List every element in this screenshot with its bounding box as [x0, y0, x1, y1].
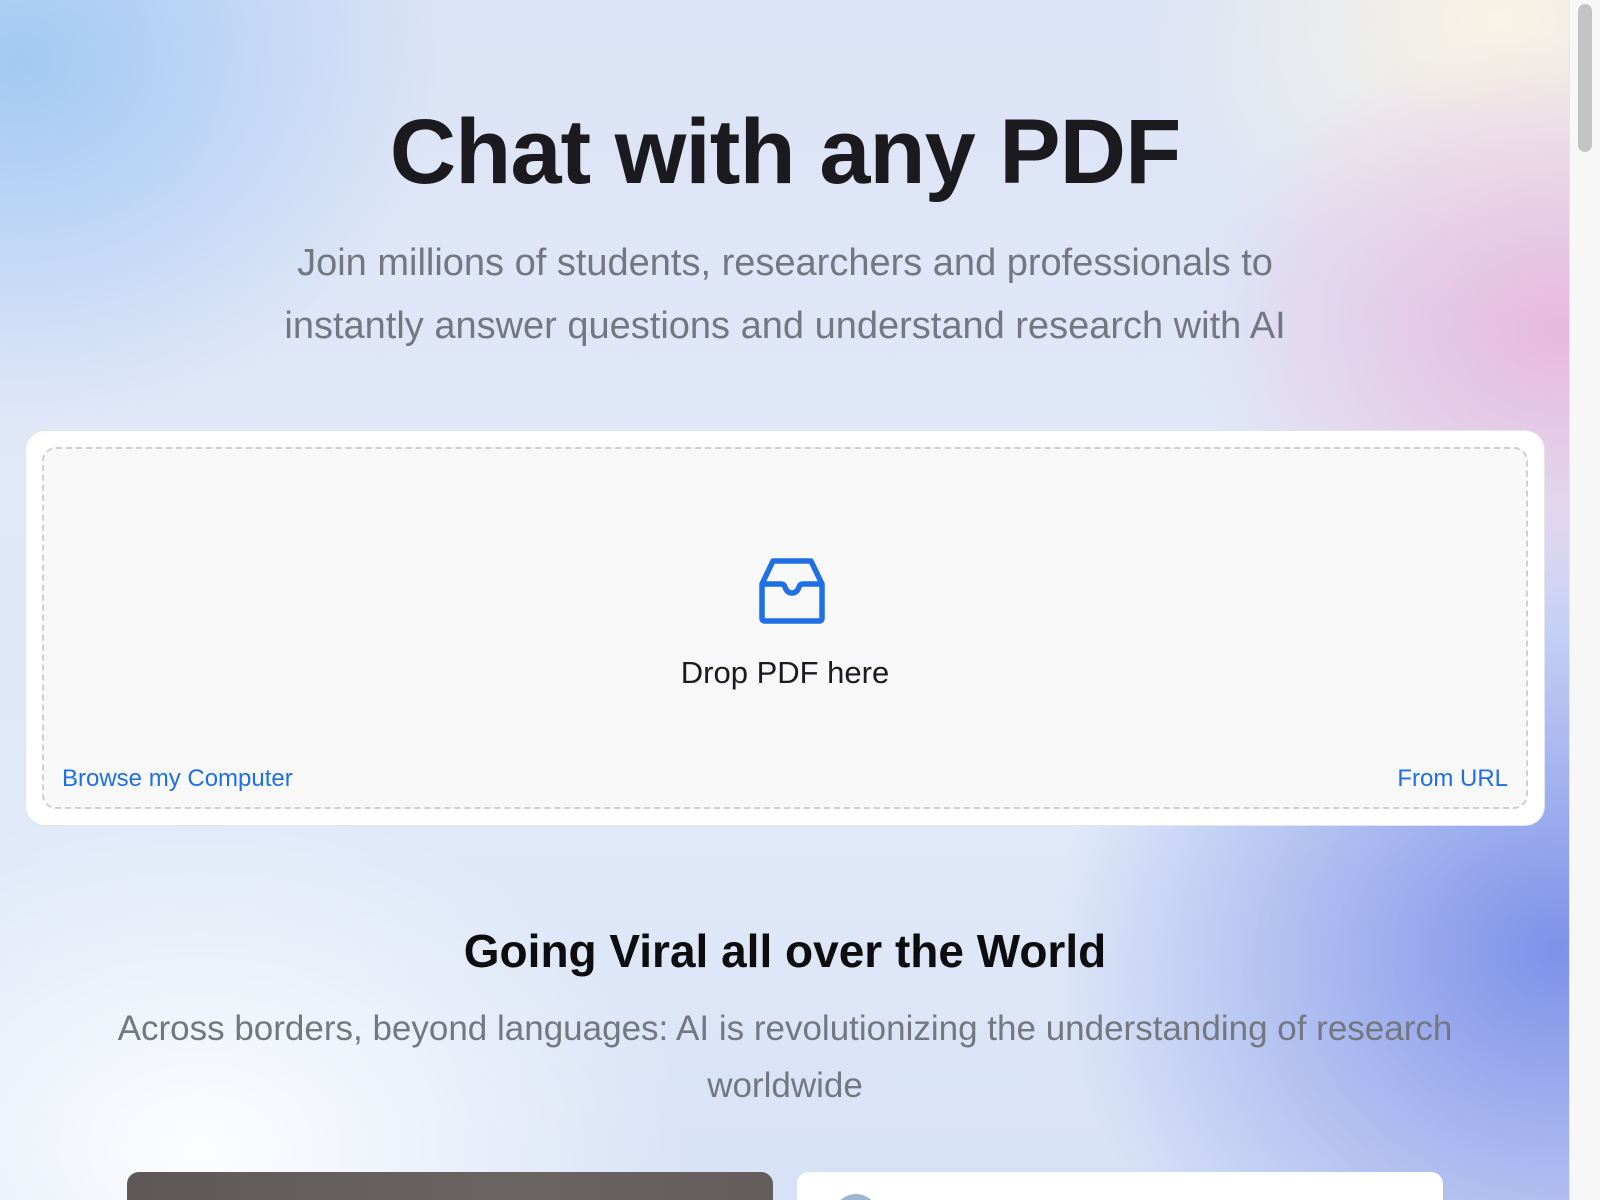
browse-computer-link[interactable]: Browse my Computer [62, 765, 293, 793]
page: Chat with any PDF Join millions of stude… [0, 0, 1600, 1200]
upload-card: Drop PDF here Browse my Computer From UR… [25, 430, 1545, 826]
scrollbar-thumb[interactable] [1578, 4, 1592, 152]
page-scrollbar[interactable] [1569, 0, 1600, 1200]
page-title: Chat with any PDF [389, 101, 1182, 203]
inbox-icon [759, 558, 825, 624]
page-subtitle: Join millions of students, researchers a… [284, 242, 1286, 347]
from-url-link[interactable]: From URL [1397, 765, 1508, 793]
drop-label: Drop PDF here [680, 655, 890, 690]
testimonial-video-card[interactable] [127, 1172, 773, 1200]
viral-section-title: Going Viral all over the World [463, 925, 1107, 977]
pdf-dropzone[interactable]: Drop PDF here Browse my Computer From UR… [42, 447, 1528, 809]
viral-section-subtitle: Across borders, beyond languages: AI is … [117, 1009, 1453, 1105]
testimonial-card[interactable] [797, 1172, 1443, 1200]
avatar [833, 1194, 879, 1200]
